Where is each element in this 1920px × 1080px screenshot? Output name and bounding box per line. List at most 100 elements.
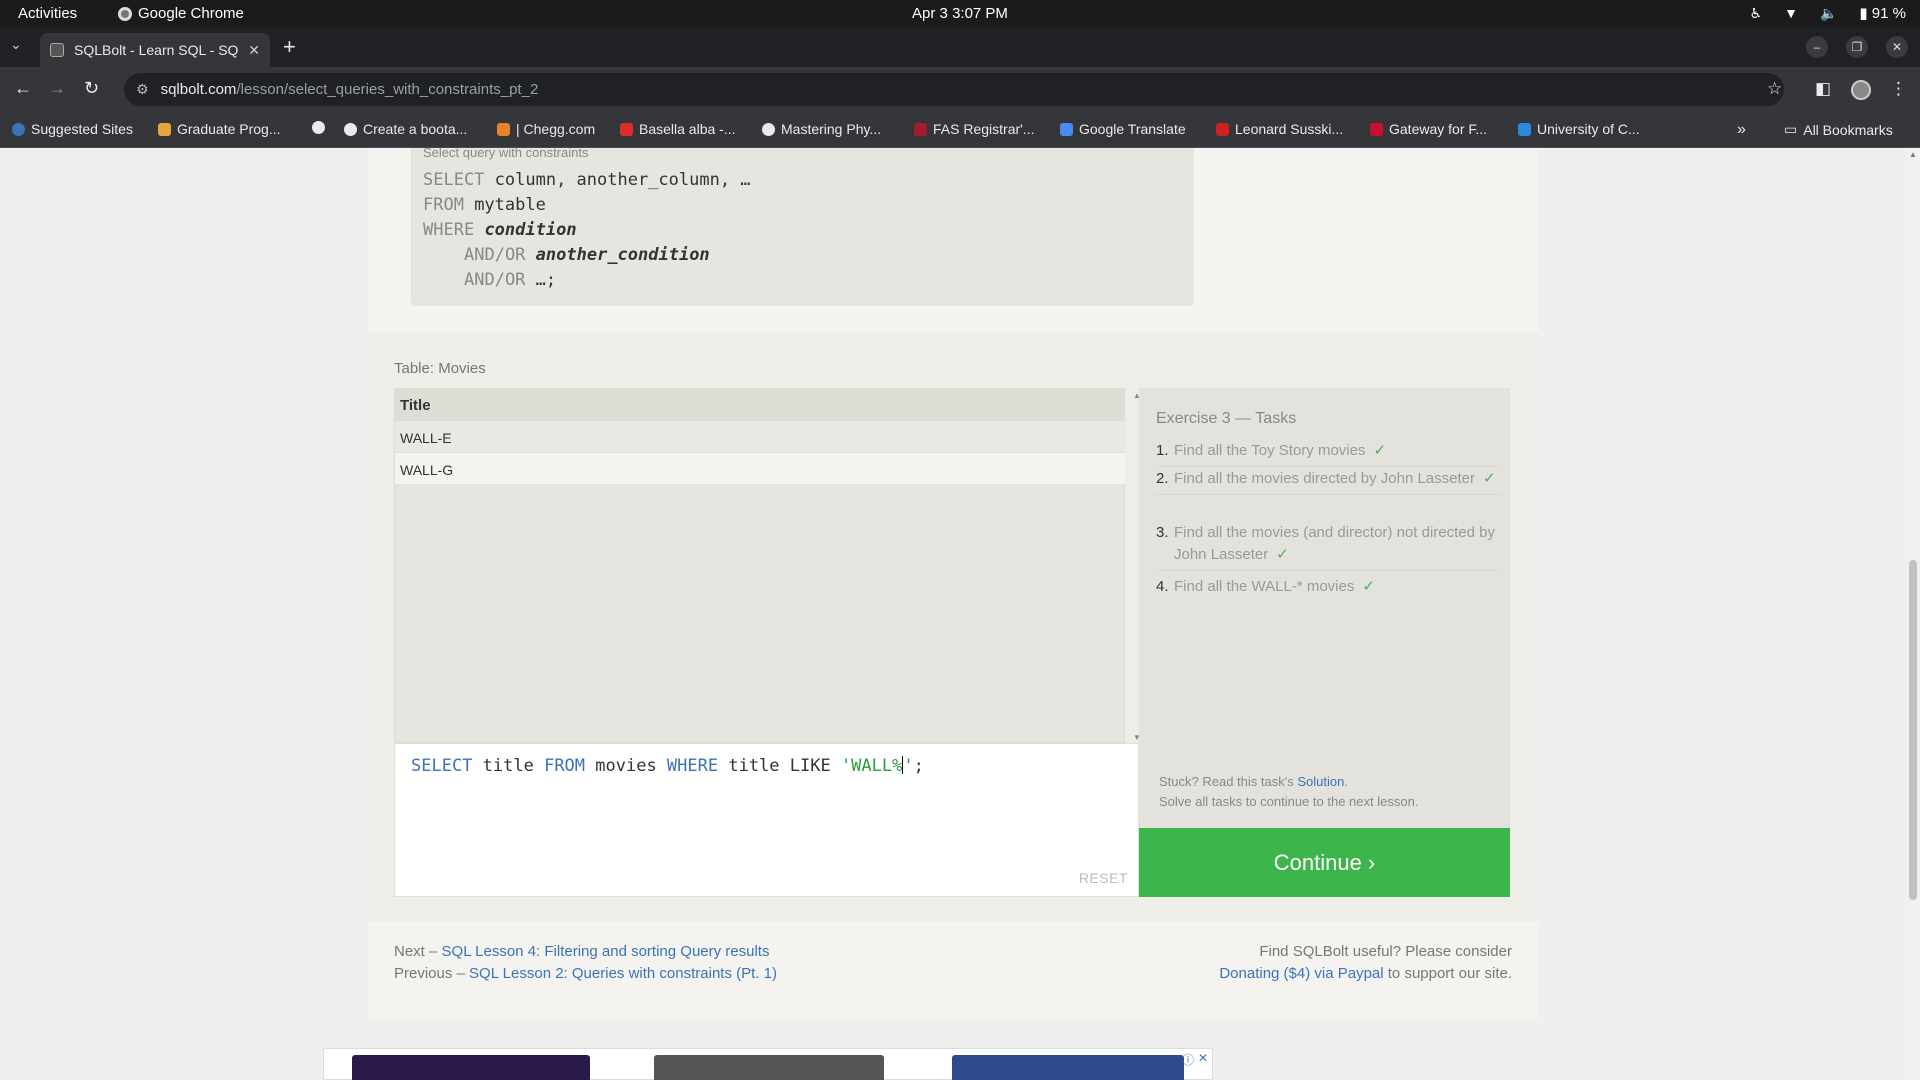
bookmark-item[interactable]: Create a boota... (344, 121, 467, 137)
syntax-line: AND/OR …; (464, 270, 557, 290)
stuck-hint: Stuck? Read this task's Solution. Solve … (1159, 774, 1419, 809)
reload-button[interactable]: ↻ (84, 78, 99, 99)
syntax-example: Select query with constraints SELECT col… (411, 148, 1194, 306)
solution-link[interactable]: Solution (1297, 774, 1344, 789)
site-info-icon[interactable]: ⚙ (136, 81, 149, 98)
next-lesson-link[interactable]: SQL Lesson 4: Filtering and sorting Quer… (442, 943, 770, 960)
battery-indicator: ▮ 91 % (1859, 5, 1906, 22)
exercise-area: Table: Movies Title WALL-E WALL-G ▲ ▼ SE… (368, 332, 1538, 922)
clock[interactable]: Apr 3 3:07 PM (912, 5, 1008, 22)
globe-icon (762, 122, 775, 136)
bookmark-item[interactable]: University of C... (1518, 121, 1640, 137)
ad-banner[interactable]: ⓘ ✕ (323, 1048, 1213, 1080)
bookmark-item[interactable]: Leonard Susski... (1216, 121, 1343, 137)
minimize-button[interactable]: – (1806, 36, 1828, 58)
ad-image[interactable] (352, 1055, 590, 1080)
bookmark-item[interactable]: Google Translate (1060, 121, 1186, 137)
table-label: Table: Movies (394, 360, 486, 377)
check-icon: ✓ (1276, 546, 1289, 563)
ad-image[interactable] (952, 1055, 1184, 1080)
university-icon (1518, 122, 1531, 136)
wifi-icon: ▼ (1784, 5, 1798, 21)
bookmark-item[interactable]: Suggested Sites (12, 121, 133, 137)
task-item: 2. Find all the movies directed by John … (1156, 468, 1500, 495)
bookmark-item[interactable]: FAS Registrar'... (914, 121, 1034, 137)
folder-icon: ▭ (1784, 121, 1798, 137)
bookmark-item[interactable] (312, 121, 325, 134)
syntax-line: WHERE condition (423, 220, 577, 240)
tab-title: SQLBolt - Learn SQL - SQ (74, 42, 239, 58)
ad-image[interactable] (654, 1055, 884, 1080)
donation-note: Find SQLBolt useful? Please consider Don… (1219, 943, 1512, 982)
syntax-caption: Select query with constraints (423, 148, 589, 160)
back-button[interactable]: ← (14, 78, 32, 99)
app-name: Google Chrome (138, 5, 244, 22)
lesson-navigation: Next – SQL Lesson 4: Filtering and sorti… (394, 943, 777, 982)
page-scrollbar[interactable]: ▲ (1906, 148, 1920, 1080)
url-host: sqlbolt.com (160, 81, 237, 98)
system-tray[interactable]: ♿ ▼ 🔈 ▮ 91 % (1750, 4, 1906, 23)
scroll-thumb[interactable] (1909, 560, 1917, 900)
check-icon: ✓ (1362, 578, 1375, 595)
table-row: WALL-E (395, 421, 1125, 453)
chrome-icon (118, 6, 132, 21)
youtube-icon (620, 122, 633, 136)
new-tab-button[interactable]: + (283, 34, 296, 60)
forward-button[interactable]: → (48, 78, 66, 99)
syntax-line: FROM mytable (423, 195, 546, 215)
activities-button[interactable]: Activities (18, 5, 77, 22)
tasks-title: Exercise 3 — Tasks (1156, 410, 1297, 427)
address-bar[interactable]: ⚙ sqlbolt.com/lesson/select_queries_with… (124, 73, 1784, 106)
task-item: 4. Find all the WALL-* movies ✓ (1156, 578, 1375, 595)
check-icon: ✓ (1483, 470, 1496, 487)
syntax-line: AND/OR another_condition (464, 245, 710, 265)
app-menu[interactable]: Google Chrome (118, 5, 244, 22)
donate-link[interactable]: Donating ($4) via Paypal (1219, 965, 1383, 982)
bookmark-item[interactable]: Basella alba -... (620, 121, 736, 137)
accessibility-icon[interactable]: ♿ (1750, 5, 1763, 22)
bookmark-item[interactable]: | Chegg.com (497, 121, 595, 137)
sqlbolt-favicon-icon (50, 43, 64, 57)
graduate-icon (158, 122, 171, 136)
bookmark-item[interactable]: Gateway for F... (1370, 121, 1487, 137)
scroll-up-icon[interactable]: ▲ (1909, 150, 1917, 159)
lesson-content: Select query with constraints SELECT col… (368, 148, 1538, 1020)
ad-info-icon[interactable]: ⓘ (1182, 1051, 1194, 1068)
chegg-icon (497, 122, 510, 136)
results-table: Title WALL-E WALL-G ▲ ▼ (394, 388, 1144, 744)
volume-icon: 🔈 (1819, 4, 1838, 21)
tab-search-icon[interactable]: ⌄ (10, 36, 22, 53)
bookmarks-overflow-button[interactable]: » (1737, 121, 1746, 139)
profile-avatar[interactable] (1851, 80, 1871, 100)
table-row: WALL-G (395, 453, 1125, 485)
task-item: 3. Find all the movies (and director) no… (1156, 522, 1500, 571)
results-header: Title (395, 389, 1125, 421)
google-translate-icon (1060, 122, 1073, 136)
bookmark-item[interactable]: Mastering Phy... (762, 121, 881, 137)
reset-button[interactable]: RESET (1079, 870, 1128, 886)
tab-sqlbolt[interactable]: SQLBolt - Learn SQL - SQ ✕ (40, 33, 270, 67)
ad-close-icon[interactable]: ✕ (1198, 1051, 1208, 1065)
previous-lesson-link[interactable]: SQL Lesson 2: Queries with constraints (… (469, 965, 777, 982)
globe-icon (312, 121, 325, 134)
restore-button[interactable]: ❐ (1846, 36, 1868, 58)
browser-toolbar: ← → ↻ ⚙ sqlbolt.com/lesson/select_querie… (0, 67, 1920, 112)
chrome-menu-icon[interactable]: ⋮ (1890, 79, 1907, 99)
search-icon (12, 122, 25, 136)
sql-editor[interactable]: SELECT title FROM movies WHERE title LIK… (394, 743, 1139, 897)
check-icon: ✓ (1373, 442, 1387, 459)
tab-strip: ⌄ SQLBolt - Learn SQL - SQ ✕ + – ❐ ✕ (0, 27, 1920, 67)
battery-percent: 91 % (1871, 5, 1906, 22)
url-path: /lesson/select_queries_with_constraints_… (236, 81, 539, 98)
continue-button[interactable]: Continue › (1139, 828, 1510, 897)
tab-close-icon[interactable]: ✕ (248, 42, 260, 59)
close-window-button[interactable]: ✕ (1886, 36, 1908, 58)
bookmark-star-icon[interactable]: ☆ (1767, 79, 1782, 99)
harvard-shield-icon (914, 122, 927, 136)
all-bookmarks-button[interactable]: ▭ All Bookmarks (1784, 121, 1893, 138)
query-text[interactable]: SELECT title FROM movies WHERE title LIK… (411, 756, 924, 776)
bookmark-item[interactable]: Graduate Prog... (158, 121, 281, 137)
side-panel-icon[interactable]: ◧ (1815, 79, 1831, 99)
tasks-panel: Exercise 3 — Tasks 1. Find all the Toy S… (1139, 388, 1510, 828)
page-viewport: Select query with constraints SELECT col… (0, 148, 1906, 1080)
